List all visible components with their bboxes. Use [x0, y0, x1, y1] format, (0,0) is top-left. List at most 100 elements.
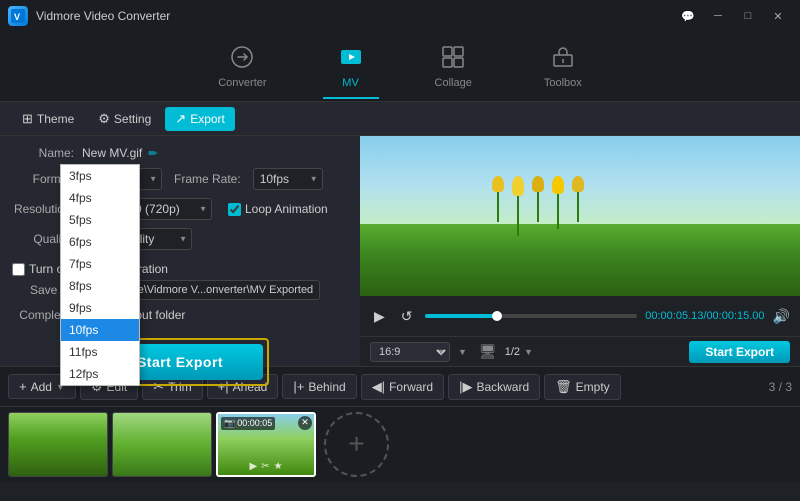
- name-row: Name: New MV.gif ✏: [12, 146, 348, 160]
- tulips-decoration: [492, 176, 584, 236]
- tulip-5: [572, 176, 584, 236]
- export-label: Export: [190, 112, 225, 126]
- name-text: New MV.gif: [82, 146, 142, 160]
- volume-icon[interactable]: 🔊: [773, 308, 790, 325]
- rewind-button[interactable]: ↺: [397, 306, 417, 327]
- fps-option-4fps[interactable]: 4fps: [61, 187, 139, 209]
- fps-option-11fps[interactable]: 11fps: [61, 341, 139, 363]
- tulip-head-5: [572, 176, 584, 192]
- app-title: Vidmore Video Converter: [36, 9, 674, 23]
- count-display: 3 / 3: [769, 380, 792, 394]
- nav-toolbox[interactable]: Toolbox: [528, 37, 598, 97]
- tulip-head-1: [492, 176, 504, 192]
- backward-button[interactable]: |▶ Backward: [448, 374, 540, 400]
- fps-option-6fps[interactable]: 6fps: [61, 231, 139, 253]
- name-edit-icon[interactable]: ✏: [148, 147, 157, 160]
- page-info: 1/2: [505, 346, 520, 358]
- thumb-cut-icon[interactable]: ✂: [261, 461, 269, 472]
- time-display: 00:00:05.13/00:00:15.00: [645, 310, 764, 322]
- setting-icon: ⚙: [98, 111, 110, 127]
- progress-bar[interactable]: [425, 314, 638, 318]
- current-time: 00:00:05.13: [645, 310, 703, 322]
- restore-button[interactable]: □: [734, 6, 762, 26]
- thumb-controls-3: ▶ ✂ ★: [221, 461, 311, 472]
- fps-option-9fps[interactable]: 9fps: [61, 297, 139, 319]
- top-navigation: Converter MV Collage: [0, 32, 800, 102]
- add-media-button[interactable]: +: [324, 412, 389, 477]
- theme-button[interactable]: ⊞ Theme: [12, 107, 84, 131]
- fps-option-3fps[interactable]: 3fps: [61, 165, 139, 187]
- title-bar: V Vidmore Video Converter 💬 ─ □ ✕: [0, 0, 800, 32]
- theme-label: Theme: [37, 112, 74, 126]
- filmstrip-thumb-3[interactable]: 📷 00:00:05 ✕ ▶ ✂ ★: [216, 412, 316, 477]
- play-button[interactable]: ▶: [370, 306, 389, 327]
- video-bottom-controls: 16:9 ▼ 🖥 1/2 ▼ Start Export: [360, 336, 800, 366]
- empty-icon: 🗑: [555, 379, 572, 395]
- fps-select-wrapper: 10fps: [253, 168, 323, 190]
- filmstrip-thumb-1[interactable]: [8, 412, 108, 477]
- forward-button[interactable]: ◀| Forward: [361, 374, 444, 400]
- nav-mv[interactable]: MV: [323, 37, 379, 97]
- thumb-star-icon[interactable]: ★: [274, 461, 283, 472]
- thumb-bg-2: [113, 413, 211, 476]
- progress-fill: [425, 314, 497, 318]
- toolbar: ⊞ Theme ⚙ Setting ↗ Export: [0, 102, 800, 136]
- main-content: Name: New MV.gif ✏ Format: GIF Frame Rat…: [0, 136, 800, 366]
- tulip-head-2: [512, 176, 524, 196]
- export-icon: ↗: [175, 111, 186, 127]
- frame-rate-section: Frame Rate: 10fps: [174, 168, 323, 190]
- thumb-overlay-3: 📷 00:00:05 ✕ ▶ ✂ ★: [218, 414, 314, 475]
- tulip-stem-1: [497, 192, 499, 222]
- video-preview: [360, 136, 800, 296]
- thumb-tag-3: 📷 00:00:05: [221, 417, 275, 430]
- loop-animation-label[interactable]: Loop Animation: [228, 202, 328, 216]
- collage-icon: [441, 45, 465, 73]
- toolbox-label: Toolbox: [544, 77, 582, 89]
- toolbox-icon: [551, 45, 575, 73]
- name-label: Name:: [12, 146, 82, 160]
- fps-option-7fps[interactable]: 7fps: [61, 253, 139, 275]
- aspect-ratio-select[interactable]: 16:9: [370, 342, 450, 362]
- setting-button[interactable]: ⚙ Setting: [88, 107, 161, 131]
- converter-label: Converter: [218, 77, 266, 89]
- fps-option-8fps[interactable]: 8fps: [61, 275, 139, 297]
- loop-animation-checkbox[interactable]: [228, 203, 241, 216]
- empty-button[interactable]: 🗑 Empty: [544, 374, 621, 400]
- chat-button[interactable]: 💬: [674, 6, 702, 26]
- fps-option-12fps[interactable]: 12fps: [61, 363, 139, 385]
- forward-icon: ◀|: [372, 379, 385, 395]
- export-button[interactable]: ↗ Export: [165, 107, 235, 131]
- empty-label: Empty: [576, 380, 610, 394]
- thumb-play-icon[interactable]: ▶: [249, 461, 257, 472]
- thumb-tag-icon: 📷: [224, 418, 235, 429]
- fps-option-10fps[interactable]: 10fps: [61, 319, 139, 341]
- tulip-3: [532, 176, 544, 236]
- close-button[interactable]: ✕: [764, 6, 792, 26]
- video-controls: ▶ ↺ 00:00:05.13/00:00:15.00 🔊: [360, 296, 800, 336]
- right-panel: ▶ ↺ 00:00:05.13/00:00:15.00 🔊 16:9 ▼ 🖥 1…: [360, 136, 800, 366]
- aspect-ratio-wrapper: 16:9: [370, 342, 450, 362]
- page-select: 1/2 ▼: [505, 346, 533, 358]
- mv-label: MV: [342, 77, 359, 89]
- minimize-button[interactable]: ─: [704, 6, 732, 26]
- total-time: 00:00:15.00: [706, 310, 764, 322]
- nav-collage[interactable]: Collage: [419, 37, 488, 97]
- mv-icon: [339, 45, 363, 73]
- thumb-tag-time: 00:00:05: [237, 418, 272, 428]
- gpu-checkbox[interactable]: [12, 263, 25, 276]
- frame-rate-label: Frame Rate:: [174, 172, 241, 186]
- backward-icon: |▶: [459, 379, 472, 395]
- start-export-right-button[interactable]: Start Export: [689, 341, 790, 363]
- fps-select[interactable]: 10fps: [253, 168, 323, 190]
- nav-converter[interactable]: Converter: [202, 37, 282, 97]
- fps-option-5fps[interactable]: 5fps: [61, 209, 139, 231]
- filmstrip: 📷 00:00:05 ✕ ▶ ✂ ★ +: [0, 406, 800, 481]
- tulip-stem-3: [537, 192, 539, 222]
- filmstrip-thumb-2[interactable]: [112, 412, 212, 477]
- aspect-dropdown-icon: ▼: [458, 347, 467, 357]
- thumb-close-3[interactable]: ✕: [298, 416, 312, 430]
- progress-thumb: [492, 311, 502, 321]
- tulip-stem-4: [557, 194, 559, 229]
- thumb-bg-1: [9, 413, 107, 476]
- tulip-stem-2: [517, 196, 519, 236]
